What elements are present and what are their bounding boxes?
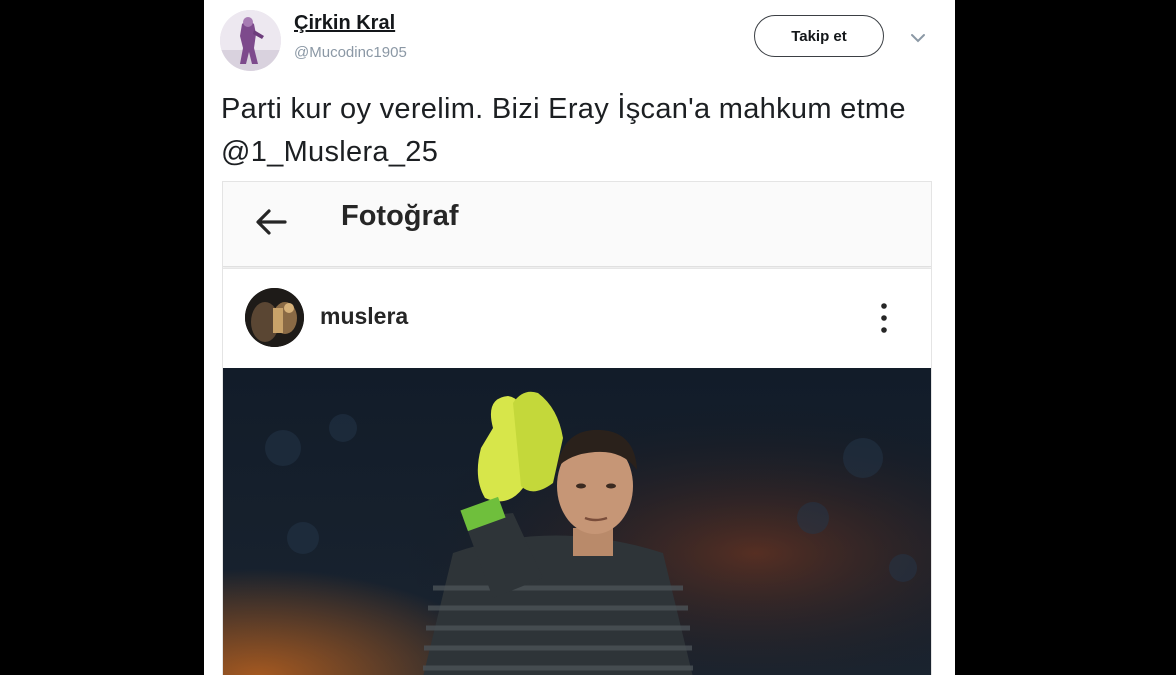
tweet-card: Çirkin Kral @Mucodinc1905 Takip et Parti… [204, 0, 955, 675]
chevron-down-icon[interactable] [907, 27, 929, 49]
user-handle[interactable]: @Mucodinc1905 [294, 44, 407, 61]
page-title: Fotoğraf [341, 200, 459, 232]
vertical-dots-icon[interactable] [873, 299, 895, 337]
tweet-body: Parti kur oy verelim. Bizi Eray İşcan'a … [221, 93, 906, 125]
video-frame: Çirkin Kral @Mucodinc1905 Takip et Parti… [0, 0, 1176, 675]
embedded-screenshot[interactable]: Fotoğraf muslera [222, 181, 932, 675]
user-avatar[interactable] [220, 10, 281, 71]
arrow-left-icon[interactable] [251, 202, 291, 242]
follow-button[interactable]: Takip et [754, 15, 884, 57]
display-name[interactable]: Çirkin Kral [294, 12, 395, 35]
mention-link[interactable]: @1_Muslera_25 [221, 136, 438, 168]
tweet-text: Parti kur oy verelim. Bizi Eray İşcan'a … [221, 88, 936, 174]
ig-topbar: Fotoğraf [223, 182, 931, 267]
post-username[interactable]: muslera [320, 303, 408, 330]
post-avatar[interactable] [245, 288, 304, 347]
post-card: muslera [223, 268, 931, 675]
post-photo[interactable] [223, 368, 931, 675]
